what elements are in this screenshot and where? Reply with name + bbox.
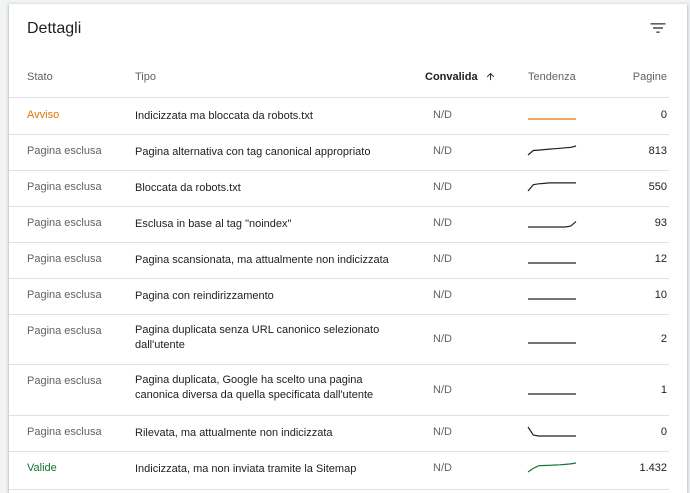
table-row[interactable]: Pagina esclusa Pagina con reindirizzament…: [9, 278, 669, 315]
status-label: Pagina esclusa: [27, 145, 102, 157]
status-label: Pagina esclusa: [27, 375, 102, 387]
type-label: Bloccata da robots.txt: [135, 182, 241, 194]
trend-line: [528, 221, 577, 228]
column-header-tipo[interactable]: Tipo: [135, 71, 156, 83]
pages-count: 12: [654, 253, 667, 265]
validation-value: N/D: [433, 145, 452, 157]
pages-count: 10: [654, 289, 667, 301]
type-label: Pagina alternativa con tag canonical app…: [135, 146, 371, 158]
table-row[interactable]: Pagina esclusa Pagina alternativa con tag…: [9, 134, 669, 171]
trend-sparkline: [527, 426, 576, 437]
table-header: Stato Tipo Convalida Tendenza Pagine: [9, 59, 669, 98]
trend-sparkline: [527, 145, 577, 156]
column-header-pagine[interactable]: Pagine: [633, 71, 667, 83]
table-row[interactable]: Pagina esclusa Esclusa in base al tag "no…: [9, 206, 669, 243]
trend-sparkline: [528, 221, 577, 228]
status-label: Valide: [27, 462, 57, 474]
status-label: Pagina esclusa: [27, 426, 102, 438]
trend-sparkline: [528, 342, 576, 344]
trend-sparkline: [528, 393, 576, 395]
type-label: Pagina duplicata, Google ha scelto una p…: [135, 374, 374, 401]
status-label: Pagina esclusa: [27, 253, 102, 265]
type-label: Pagina duplicata senza URL canonico sele…: [135, 324, 380, 351]
validation-value: N/D: [433, 253, 452, 265]
trend-sparkline: [528, 298, 576, 300]
validation-value: N/D: [433, 289, 452, 301]
status-label: Pagina esclusa: [27, 181, 102, 193]
pages-count: 0: [660, 109, 667, 121]
table-row[interactable]: Pagina esclusa Pagina scansionata, ma att…: [9, 242, 669, 279]
table-row[interactable]: Valide Indicizzata, ma non inviata tramit…: [9, 451, 669, 490]
card-title: Dettagli: [27, 20, 82, 37]
pages-count: 2: [660, 333, 667, 345]
table-row[interactable]: Pagina esclusa Pagina duplicata senza URL…: [9, 314, 669, 365]
filter-button[interactable]: [648, 18, 668, 38]
type-label: Rilevata, ma attualmente non indicizzata: [135, 427, 333, 439]
column-header-convalida[interactable]: Convalida: [425, 71, 496, 83]
column-header-stato[interactable]: Stato: [27, 71, 53, 83]
trend-line: [527, 145, 577, 156]
table-row[interactable]: Avviso Indicizzata ma bloccata da robots.…: [9, 98, 669, 135]
details-card: Dettagli Stato Tipo Convalida Tendenza P…: [9, 4, 687, 493]
type-label: Indicizzata ma bloccata da robots.txt: [135, 110, 313, 122]
pages-count: 93: [654, 217, 667, 229]
pages-count: 813: [648, 145, 667, 157]
arrow-upward-icon: [486, 72, 494, 81]
trend-sparkline: [528, 118, 576, 120]
table-row[interactable]: Pagina esclusa Bloccata da robots.txt N/D 5…: [9, 170, 669, 207]
filter-list-icon: [650, 23, 666, 33]
pages-count: 1: [660, 384, 667, 396]
validation-value: N/D: [433, 333, 452, 345]
validation-value: N/D: [433, 109, 452, 121]
type-label: Indicizzata, ma non inviata tramite la S…: [135, 463, 357, 475]
trend-line: [527, 462, 577, 473]
column-header-tendenza[interactable]: Tendenza: [528, 71, 576, 83]
status-label: Pagina esclusa: [27, 217, 102, 229]
status-label: Pagina esclusa: [27, 325, 102, 337]
type-label: Pagina scansionata, ma attualmente non i…: [135, 254, 389, 266]
type-label: Pagina con reindirizzamento: [135, 290, 274, 302]
trend-line: [527, 426, 576, 437]
type-label: Esclusa in base al tag "noindex": [135, 218, 292, 230]
trend-sparkline: [528, 262, 576, 264]
validation-value: N/D: [433, 426, 452, 438]
status-label: Pagina esclusa: [27, 289, 102, 301]
trend-sparkline: [527, 182, 576, 192]
trend-sparkline: [527, 462, 577, 473]
pages-count: 0: [660, 426, 667, 438]
table-row[interactable]: Pagina esclusa Rilevata, ma attualmente n…: [9, 415, 669, 452]
validation-value: N/D: [433, 462, 452, 474]
validation-value: N/D: [433, 181, 452, 193]
validation-value: N/D: [433, 384, 452, 396]
status-label: Avviso: [27, 109, 60, 121]
pages-count: 550: [648, 181, 667, 193]
column-header-convalida-label: Convalida: [425, 71, 478, 83]
pages-count: 1.432: [639, 462, 667, 474]
trend-line: [527, 182, 576, 192]
validation-value: N/D: [433, 217, 452, 229]
table-row[interactable]: Pagina esclusa Pagina duplicata, Google h…: [9, 364, 669, 416]
